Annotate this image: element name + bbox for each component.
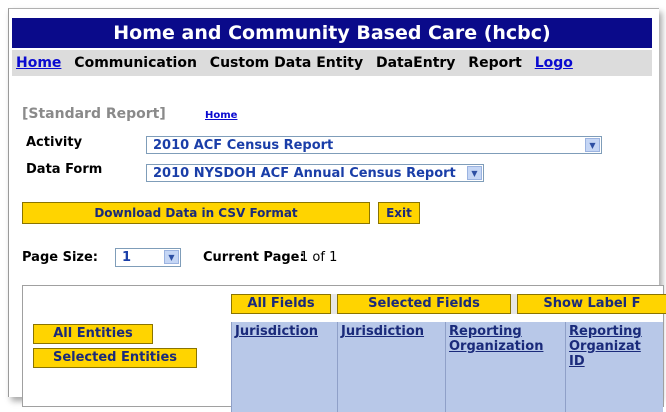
selected-entities-button[interactable]: Selected Entities (33, 348, 197, 368)
page-size-select[interactable]: 1 ▼ (115, 248, 181, 267)
show-label-button[interactable]: Show Label F (517, 294, 666, 314)
chevron-down-icon[interactable]: ▼ (585, 138, 600, 152)
page-size-value: 1 (122, 250, 132, 265)
chevron-down-icon[interactable]: ▼ (467, 166, 482, 180)
activity-select[interactable]: 2010 ACF Census Report ▼ (146, 136, 602, 154)
home-link[interactable]: Home (205, 110, 237, 121)
menu-item-custom-data-entity[interactable]: Custom Data Entity (210, 55, 363, 71)
column-header-jurisdiction[interactable]: Jurisdiction (231, 322, 337, 412)
app-title: Home and Community Based Care (hcbc) (12, 18, 652, 48)
menu-item-report[interactable]: Report (468, 55, 522, 71)
column-header-reporting-organization[interactable]: Reporting Organization (445, 322, 565, 412)
column-header-jurisdiction-2[interactable]: Jurisdiction (337, 322, 445, 412)
dataform-label: Data Form (26, 162, 103, 177)
page-size-label: Page Size: (22, 250, 99, 265)
menu-bar: Home Communication Custom Data Entity Da… (12, 50, 652, 76)
activity-select-value: 2010 ACF Census Report (153, 138, 334, 153)
all-fields-button[interactable]: All Fields (231, 294, 331, 314)
download-csv-button[interactable]: Download Data in CSV Format (22, 202, 370, 224)
menu-item-logout[interactable]: Logo (535, 55, 573, 71)
exit-button[interactable]: Exit (378, 202, 420, 224)
current-page-label: Current Page: (203, 250, 305, 265)
column-header-reporting-organization-id[interactable]: Reporting Organizat ID (565, 322, 663, 412)
chevron-down-icon[interactable]: ▼ (164, 250, 179, 264)
menu-item-communication[interactable]: Communication (74, 55, 197, 71)
dataform-select[interactable]: 2010 NYSDOH ACF Annual Census Report ▼ (146, 164, 484, 182)
activity-label: Activity (26, 135, 83, 150)
selected-fields-button[interactable]: Selected Fields (337, 294, 511, 314)
page-section-title: [Standard Report] (22, 106, 166, 122)
dataform-select-value: 2010 NYSDOH ACF Annual Census Report (153, 166, 456, 181)
current-page-value: 1 of 1 (300, 250, 338, 265)
menu-item-dataentry[interactable]: DataEntry (376, 55, 455, 71)
all-entities-button[interactable]: All Entities (33, 324, 153, 344)
menu-item-home[interactable]: Home (16, 55, 61, 71)
results-grid: All Fields Selected Fields Show Label F … (22, 285, 666, 412)
